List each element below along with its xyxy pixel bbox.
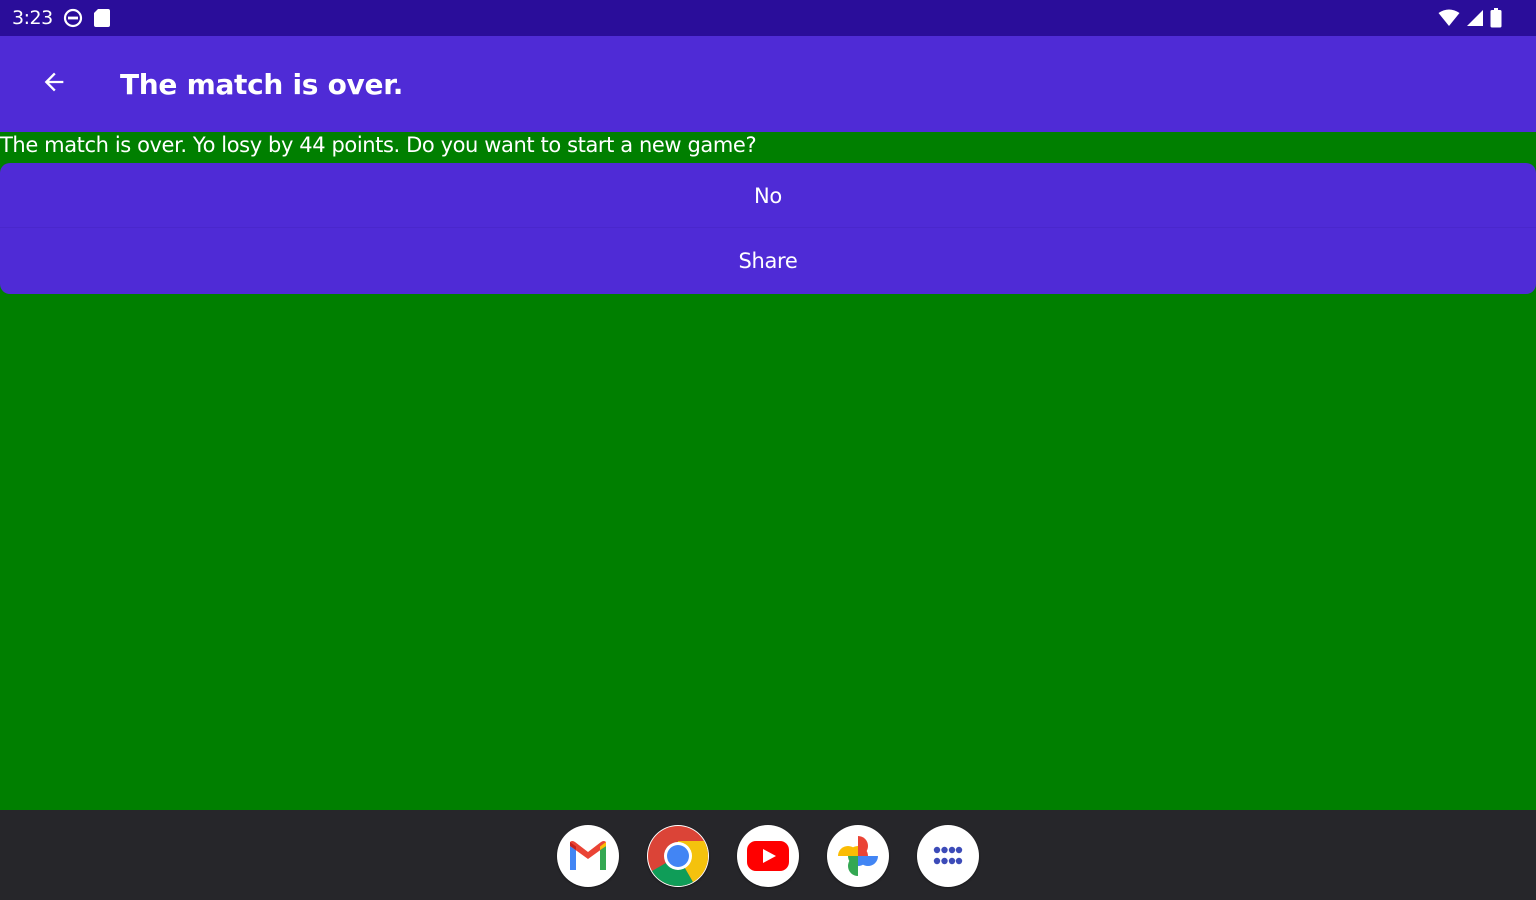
photos-icon — [836, 834, 880, 878]
gmail-app-button[interactable] — [557, 825, 619, 887]
app-bar: The match is over. — [0, 36, 1536, 132]
taskbar — [0, 810, 1536, 900]
signal-icon — [1466, 9, 1484, 27]
app-drawer-icon — [932, 845, 964, 867]
no-button-label: No — [754, 183, 782, 208]
photos-app-button[interactable] — [827, 825, 889, 887]
no-button[interactable]: No — [0, 163, 1536, 228]
page-title: The match is over. — [120, 67, 404, 101]
chrome-app-button[interactable] — [647, 825, 709, 887]
game-over-message: The match is over. Yo losy by 44 points.… — [0, 133, 757, 157]
do-not-disturb-icon — [63, 8, 83, 28]
status-bar: 3:23 — [0, 0, 1536, 36]
battery-icon — [1490, 8, 1502, 28]
youtube-icon — [746, 840, 790, 872]
status-left: 3:23 — [12, 7, 111, 29]
sd-card-icon — [93, 8, 111, 28]
app-drawer-button[interactable] — [917, 825, 979, 887]
wifi-icon — [1438, 9, 1460, 27]
chrome-icon — [647, 825, 709, 887]
share-button-label: Share — [738, 249, 798, 273]
share-button[interactable]: Share — [0, 228, 1536, 294]
youtube-app-button[interactable] — [737, 825, 799, 887]
status-right — [1438, 8, 1502, 28]
app-screen: 3:23 The match is over. The match is ove… — [0, 0, 1536, 900]
app-dock — [557, 825, 979, 887]
status-time: 3:23 — [12, 7, 53, 29]
back-arrow-icon — [40, 68, 68, 100]
gmail-icon — [567, 840, 609, 872]
back-button[interactable] — [26, 56, 82, 112]
